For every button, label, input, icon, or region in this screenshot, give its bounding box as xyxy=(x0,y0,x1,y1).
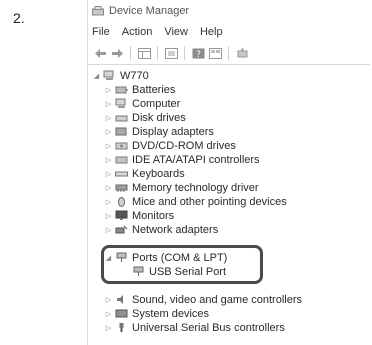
computer-icon xyxy=(115,98,128,109)
monitor-icon xyxy=(115,210,128,221)
port-icon xyxy=(115,252,128,263)
expand-arrow-icon[interactable]: ▷ xyxy=(105,211,112,220)
tree-item-sound-controllers[interactable]: ▷ Sound, video and game controllers xyxy=(105,293,302,306)
svg-text:?: ? xyxy=(196,50,201,59)
menu-help[interactable]: Help xyxy=(200,26,223,38)
tree-root[interactable]: ◢ W770 xyxy=(93,69,149,82)
mouse-icon xyxy=(115,196,128,207)
ide-controller-icon xyxy=(115,154,128,165)
menu-action[interactable]: Action xyxy=(122,26,153,38)
device-manager-window: Device Manager File Action View Help ? ◢… xyxy=(87,0,370,345)
toolbar-separator xyxy=(157,46,158,60)
tree-item-label: Disk drives xyxy=(132,111,186,124)
expand-arrow-icon[interactable]: ▷ xyxy=(105,323,112,332)
title-bar: Device Manager xyxy=(88,0,370,22)
expand-arrow-icon[interactable]: ▷ xyxy=(105,141,112,150)
toolbar: ? xyxy=(88,42,370,65)
tree-item-label: Ports (COM & LPT) xyxy=(132,251,228,264)
system-device-icon xyxy=(115,308,128,319)
tree-root-label: W770 xyxy=(120,69,149,82)
tree-item-label: IDE ATA/ATAPI controllers xyxy=(132,153,260,166)
usb-icon xyxy=(115,322,128,333)
menu-bar: File Action View Help xyxy=(88,22,370,42)
dvd-drive-icon xyxy=(115,140,128,151)
tree-item-label: Display adapters xyxy=(132,125,214,138)
tree-item-usb-controllers[interactable]: ▷ Universal Serial Bus controllers xyxy=(105,321,285,334)
tree-item-ide-controllers[interactable]: ▷ IDE ATA/ATAPI controllers xyxy=(105,153,260,166)
expand-arrow-icon[interactable]: ▷ xyxy=(105,127,112,136)
tree-item-disk-drives[interactable]: ▷ Disk drives xyxy=(105,111,186,124)
scan-icon[interactable] xyxy=(164,47,178,60)
tree-item-label: Batteries xyxy=(132,83,176,96)
expand-arrow-icon[interactable]: ▷ xyxy=(105,225,112,234)
tree-item-keyboards[interactable]: ▷ Keyboards xyxy=(105,167,185,180)
hardware-changes-icon[interactable] xyxy=(235,47,249,60)
tree-item-monitors[interactable]: ▷ Monitors xyxy=(105,209,174,222)
tree-item-label: DVD/CD-ROM drives xyxy=(132,139,236,152)
device-manager-icon xyxy=(92,6,104,16)
tree-item-mice[interactable]: ▷ Mice and other pointing devices xyxy=(105,195,287,208)
expand-arrow-icon[interactable]: ▷ xyxy=(105,295,112,304)
toolbar-separator xyxy=(130,46,131,60)
tree-item-ports[interactable]: ◢ Ports (COM & LPT) xyxy=(105,251,228,264)
expand-arrow-icon[interactable]: ▷ xyxy=(105,309,112,318)
expand-arrow-icon[interactable]: ▷ xyxy=(105,155,112,164)
network-adapter-icon xyxy=(115,224,128,235)
menu-view[interactable]: View xyxy=(164,26,188,38)
tree-item-label: Memory technology driver xyxy=(132,181,259,194)
keyboard-icon xyxy=(115,168,128,179)
menu-file[interactable]: File xyxy=(92,26,110,38)
tree-item-label: Monitors xyxy=(132,209,175,222)
tree-item-dvd-drives[interactable]: ▷ DVD/CD-ROM drives xyxy=(105,139,236,152)
expand-arrow-icon[interactable]: ▷ xyxy=(105,99,112,108)
tree-item-label: Network adapters xyxy=(132,223,219,236)
disk-drive-icon xyxy=(115,112,128,123)
tree-item-label: USB Serial Port xyxy=(149,265,227,278)
tree-item-label: Mice and other pointing devices xyxy=(132,195,287,208)
expand-arrow-icon[interactable]: ▷ xyxy=(105,85,112,94)
collapse-arrow-icon[interactable]: ◢ xyxy=(105,253,112,262)
back-arrow-icon[interactable] xyxy=(93,47,107,60)
step-number: 2. xyxy=(13,10,25,26)
expand-arrow-icon[interactable]: ▷ xyxy=(105,113,112,122)
toolbar-separator xyxy=(228,46,229,60)
sound-icon xyxy=(115,294,128,305)
tree-item-computer[interactable]: ▷ Computer xyxy=(105,97,181,110)
expand-arrow-icon[interactable]: ▷ xyxy=(105,169,112,178)
window-title: Device Manager xyxy=(109,5,190,17)
forward-arrow-icon[interactable] xyxy=(110,47,124,60)
properties-grid-icon[interactable] xyxy=(137,47,151,60)
display-adapter-icon xyxy=(115,126,128,137)
tree-item-label: Computer xyxy=(132,97,181,110)
collapse-arrow-icon[interactable]: ◢ xyxy=(93,71,100,80)
tree-item-system-devices[interactable]: ▷ System devices xyxy=(105,307,209,320)
battery-icon xyxy=(115,84,128,95)
tree-item-label: System devices xyxy=(132,307,210,320)
tree-item-label: Keyboards xyxy=(132,167,185,180)
view-icon[interactable] xyxy=(208,47,222,60)
tree-item-display-adapters[interactable]: ▷ Display adapters xyxy=(105,125,214,138)
tree-item-label: Sound, video and game controllers xyxy=(132,293,302,306)
expand-arrow-icon[interactable]: ▷ xyxy=(105,183,112,192)
tree-item-batteries[interactable]: ▷ Batteries xyxy=(105,83,176,96)
tree-item-network-adapters[interactable]: ▷ Network adapters xyxy=(105,223,218,236)
port-icon xyxy=(132,266,145,277)
toolbar-separator xyxy=(184,46,185,60)
memory-icon xyxy=(115,182,128,193)
tree-item-usb-serial-port[interactable]: USB Serial Port xyxy=(132,265,226,278)
help-icon[interactable]: ? xyxy=(191,47,205,60)
tree-item-label: Universal Serial Bus controllers xyxy=(132,321,285,334)
computer-icon xyxy=(103,70,116,81)
tree-item-memory-driver[interactable]: ▷ Memory technology driver xyxy=(105,181,259,194)
expand-arrow-icon[interactable]: ▷ xyxy=(105,197,112,206)
